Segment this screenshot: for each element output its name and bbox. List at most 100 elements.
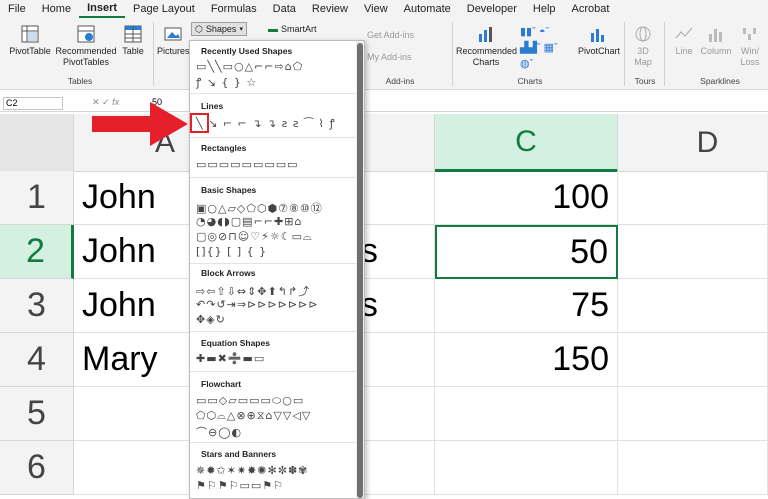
lines-title: Lines xyxy=(201,101,224,111)
ribbon-separator xyxy=(452,22,453,86)
sparkline-winloss-icon xyxy=(743,28,756,40)
sparkline-column-icon xyxy=(709,29,722,42)
block-arrows-row-1[interactable]: ⇨⇦⇧⇩⇔⇕✥⬆↰↱⤴ xyxy=(196,283,310,299)
smartart-button[interactable]: ▬ SmartArt xyxy=(268,24,323,35)
equation-shapes-row[interactable]: ✚▬✖➗▬▭ xyxy=(196,352,265,365)
row-header[interactable]: 1 xyxy=(0,171,74,225)
sparkline-line-button[interactable]: Line xyxy=(670,24,698,57)
basic-shapes-title: Basic Shapes xyxy=(201,185,257,195)
menu-review[interactable]: Review xyxy=(304,3,356,15)
red-arrow-icon xyxy=(92,102,188,146)
row-header[interactable]: 2 xyxy=(0,225,74,279)
row-header[interactable]: 4 xyxy=(0,333,74,387)
basic-shapes-row-4[interactable]: []{} [ ] { } xyxy=(196,245,267,258)
menu-bar: File Home Insert Page Layout Formulas Da… xyxy=(0,0,768,18)
smartart-icon: ▬ xyxy=(268,24,278,35)
section-separator xyxy=(190,442,356,443)
stars-row[interactable]: ✵✹✩✶✷✸✺✻✼✽✾ xyxy=(196,464,308,477)
menu-file[interactable]: File xyxy=(0,3,34,15)
recent-shapes-row-2[interactable]: ꝭ ↘ { } ☆ xyxy=(196,75,257,90)
flowchart-row-1[interactable]: ▭▭◇▱▭▭▭⬭○▭ xyxy=(196,394,304,408)
block-arrows-row-3[interactable]: ✥◈↻ xyxy=(196,313,226,326)
block-arrows-title: Block Arrows xyxy=(201,268,256,278)
menu-help[interactable]: Help xyxy=(525,3,564,15)
name-box[interactable]: C2 xyxy=(3,97,63,110)
recommended-charts-icon xyxy=(479,27,492,42)
block-arrows-row-2[interactable]: ↶↷↺⇥⇒⊳⊳⊳⊳⊳⊳⊳ xyxy=(196,298,319,311)
table-button[interactable]: Table xyxy=(119,24,147,57)
flowchart-title: Flowchart xyxy=(201,379,242,389)
cell-c3[interactable]: 75 xyxy=(435,279,618,333)
cell-d6[interactable] xyxy=(618,441,768,495)
basic-shapes-row-2[interactable]: ◔◕◖◗▢▤⌐⌐✚⊞⌂ xyxy=(196,215,302,228)
sparkline-winloss-button[interactable]: Win/ Loss xyxy=(735,24,765,68)
cell-d2[interactable] xyxy=(618,225,768,279)
basic-shapes-row-1[interactable]: ▣○△▱◇⬠⬡⬢⑦⑧⑩⑫ xyxy=(196,200,323,216)
cell-c6[interactable] xyxy=(435,441,618,495)
get-addins-button[interactable]: Get Add-ins xyxy=(367,30,417,41)
select-all-corner[interactable] xyxy=(0,114,74,172)
menu-home[interactable]: Home xyxy=(34,3,79,15)
cell-c5[interactable] xyxy=(435,387,618,441)
chart-type-icons[interactable]: ▮▮ˇ ◓ˇ ▟▟ˇ ▦ˇ ◍ˇ xyxy=(520,24,570,72)
flowchart-row-2[interactable]: ⬠⬡⌓△⊗⊕⧖⌂▽▽◁▽ xyxy=(196,409,311,423)
recommended-charts-button[interactable]: Recommended Charts xyxy=(456,24,517,68)
ribbon-separator xyxy=(624,22,625,86)
3d-map-button[interactable]: 3D Map xyxy=(628,24,658,68)
menu-acrobat[interactable]: Acrobat xyxy=(564,3,618,15)
cell-d3[interactable] xyxy=(618,279,768,333)
charts-group-label: Charts xyxy=(517,76,543,86)
ribbon: PivotTable Recommended PivotTables Table… xyxy=(0,18,768,90)
column-header-d[interactable]: D xyxy=(618,114,768,172)
row-header[interactable]: 3 xyxy=(0,279,74,333)
row-header[interactable]: 6 xyxy=(0,441,74,495)
section-separator xyxy=(190,263,356,264)
menu-developer[interactable]: Developer xyxy=(459,3,525,15)
sparklines-group-label: Sparklines xyxy=(700,76,740,86)
rectangles-row[interactable]: ▭▭▭▭▭▭▭▭▭ xyxy=(196,158,299,171)
banners-row[interactable]: ⚑⚐⚑⚐▭▭⚑⚐ xyxy=(196,479,284,492)
equation-shapes-title: Equation Shapes xyxy=(201,338,270,348)
column-header-c[interactable]: C xyxy=(435,114,618,172)
cell-d4[interactable] xyxy=(618,333,768,387)
pictures-button[interactable]: Pictures xyxy=(157,24,190,57)
shapes-icon: ⬡ xyxy=(195,23,203,34)
line-shape-highlight[interactable] xyxy=(190,113,209,133)
cell-c4[interactable]: 150 xyxy=(435,333,618,387)
shapes-button[interactable]: ⬡ Shapes ▾ xyxy=(191,22,247,36)
section-separator xyxy=(190,177,356,178)
menu-formulas[interactable]: Formulas xyxy=(203,3,265,15)
shapes-dropdown: Recently Used Shapes ▭╲╲▭○△⌐⌐⇨⌂⬠ ꝭ ↘ { }… xyxy=(189,40,365,499)
tours-group-label: Tours xyxy=(634,76,656,86)
menu-automate[interactable]: Automate xyxy=(396,3,459,15)
spreadsheet-grid: A C D 1 John s 100 2 John es 50 3 John a… xyxy=(0,114,768,499)
row-header[interactable]: 5 xyxy=(0,387,74,441)
menu-page-layout[interactable]: Page Layout xyxy=(125,3,203,15)
recent-shapes-row[interactable]: ▭╲╲▭○△⌐⌐⇨⌂⬠ xyxy=(196,60,303,73)
rectangles-title: Rectangles xyxy=(201,143,247,153)
menu-view[interactable]: View xyxy=(356,3,396,15)
menu-insert[interactable]: Insert xyxy=(79,0,126,18)
flowchart-row-3[interactable]: ⌒⊖◯◐ xyxy=(196,424,242,440)
dropdown-scrollbar[interactable] xyxy=(356,41,364,498)
addins-group-label: Add-ins xyxy=(385,76,415,86)
basic-shapes-row-3[interactable]: ▢◎⊘⊓☺♡⚡☼☾▭⌓ xyxy=(196,230,313,244)
pivottable-button[interactable]: PivotTable xyxy=(8,24,52,57)
cell-d1[interactable] xyxy=(618,171,768,225)
pivotchart-button[interactable]: PivotChart xyxy=(578,24,620,57)
cell-d5[interactable] xyxy=(618,387,768,441)
menu-data[interactable]: Data xyxy=(265,3,304,15)
sparkline-column-button[interactable]: Column xyxy=(700,24,732,57)
scrollbar-thumb[interactable] xyxy=(357,43,363,498)
lines-row[interactable]: ╲ ↘ ⌐ ⌐ ↴ ↴ ꙅ ꙅ ⁀ ⌇ ꝭ xyxy=(196,116,336,131)
ribbon-separator xyxy=(153,22,154,86)
section-separator xyxy=(190,93,356,94)
pictures-icon xyxy=(164,27,182,41)
cell-c1[interactable]: 100 xyxy=(435,171,618,225)
my-addins-button[interactable]: My Add-ins xyxy=(367,52,417,63)
recommended-pivottables-button[interactable]: Recommended PivotTables xyxy=(55,24,117,68)
recommended-pivottables-icon xyxy=(77,25,95,43)
ribbon-separator xyxy=(664,22,665,86)
cell-c2-active[interactable]: 50 xyxy=(435,225,618,279)
section-separator xyxy=(190,137,356,138)
